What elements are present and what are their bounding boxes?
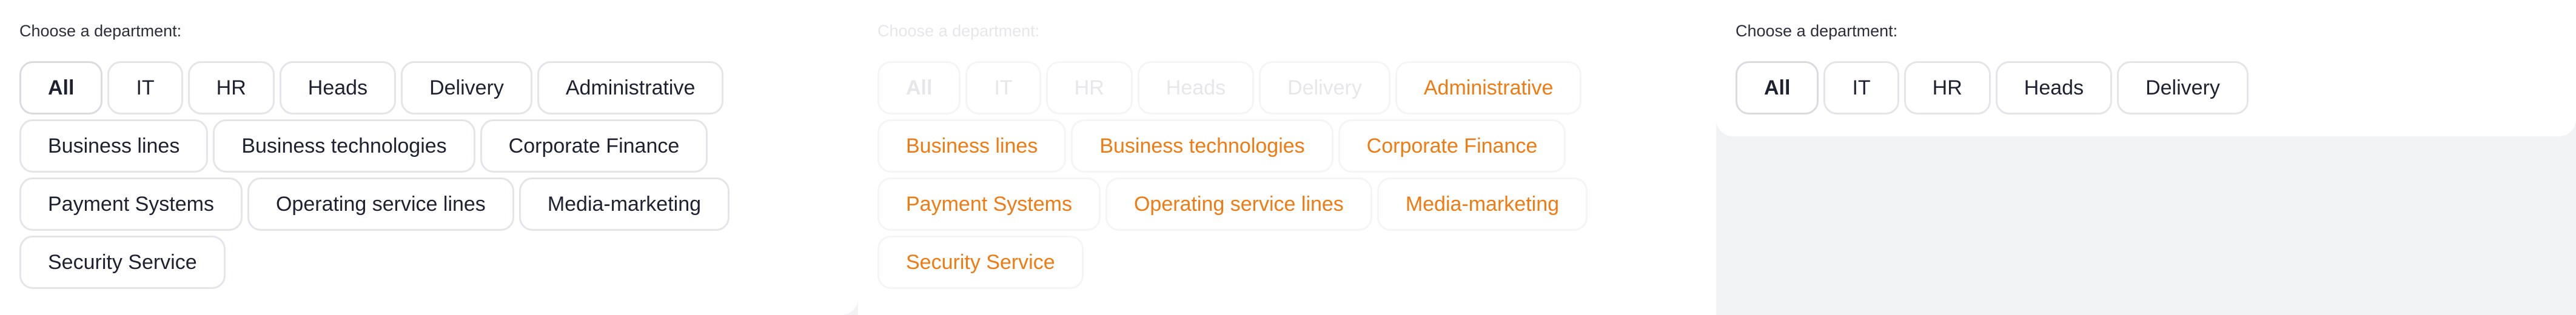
chip-administrative[interactable]: Administrative (537, 61, 724, 114)
chip-hr[interactable]: HR (1903, 61, 1991, 114)
chip-security-service[interactable]: Security Service (19, 236, 226, 289)
chip-it[interactable]: IT (965, 61, 1041, 114)
chip-all[interactable]: All (19, 61, 103, 114)
chip-media-marketing[interactable]: Media-marketing (1377, 177, 1588, 231)
chip-administrative[interactable]: Administrative (1395, 61, 1582, 114)
panel-label: Choose a department: (1736, 22, 1898, 40)
chip-business-lines[interactable]: Business lines (19, 119, 209, 173)
chip-operating-service-lines[interactable]: Operating service lines (1105, 177, 1372, 231)
stage: Choose a department: All IT HR Heads Del… (0, 0, 2576, 315)
chip-payment-systems[interactable]: Payment Systems (877, 177, 1101, 231)
chip-business-lines[interactable]: Business lines (877, 119, 1067, 173)
department-chips: All IT HR Heads Delivery (1736, 61, 2475, 114)
chip-operating-service-lines[interactable]: Operating service lines (247, 177, 514, 231)
chip-heads[interactable]: Heads (1137, 61, 1255, 114)
chip-business-technologies[interactable]: Business technologies (1071, 119, 1333, 173)
chip-delivery[interactable]: Delivery (1259, 61, 1390, 114)
chip-delivery[interactable]: Delivery (2117, 61, 2249, 114)
chip-heads[interactable]: Heads (279, 61, 397, 114)
chip-delivery[interactable]: Delivery (401, 61, 532, 114)
chip-heads[interactable]: Heads (1995, 61, 2113, 114)
chip-it[interactable]: IT (1823, 61, 1899, 114)
chip-payment-systems[interactable]: Payment Systems (19, 177, 243, 231)
chip-corporate-finance[interactable]: Corporate Finance (480, 119, 708, 173)
department-filter-panel-compact: Choose a department: All IT HR Heads Del… (1716, 0, 2576, 136)
panel-label: Choose a department: (19, 22, 182, 40)
chip-security-service[interactable]: Security Service (877, 236, 1084, 289)
chip-all[interactable]: All (877, 61, 961, 114)
panel-label: Choose a department: (877, 22, 1040, 40)
chip-hr[interactable]: HR (187, 61, 275, 114)
department-chips: All IT HR Heads Delivery Administrative … (877, 61, 1617, 289)
department-filter-panel-hover: Choose a department: All IT HR Heads Del… (858, 0, 1716, 315)
chip-corporate-finance[interactable]: Corporate Finance (1338, 119, 1566, 173)
chip-business-technologies[interactable]: Business technologies (213, 119, 475, 173)
chip-media-marketing[interactable]: Media-marketing (518, 177, 730, 231)
chip-hr[interactable]: HR (1045, 61, 1133, 114)
department-chips: All IT HR Heads Delivery Administrative … (19, 61, 759, 289)
department-filter-panel: Choose a department: All IT HR Heads Del… (0, 0, 858, 315)
chip-all[interactable]: All (1736, 61, 1819, 114)
chip-it[interactable]: IT (107, 61, 183, 114)
